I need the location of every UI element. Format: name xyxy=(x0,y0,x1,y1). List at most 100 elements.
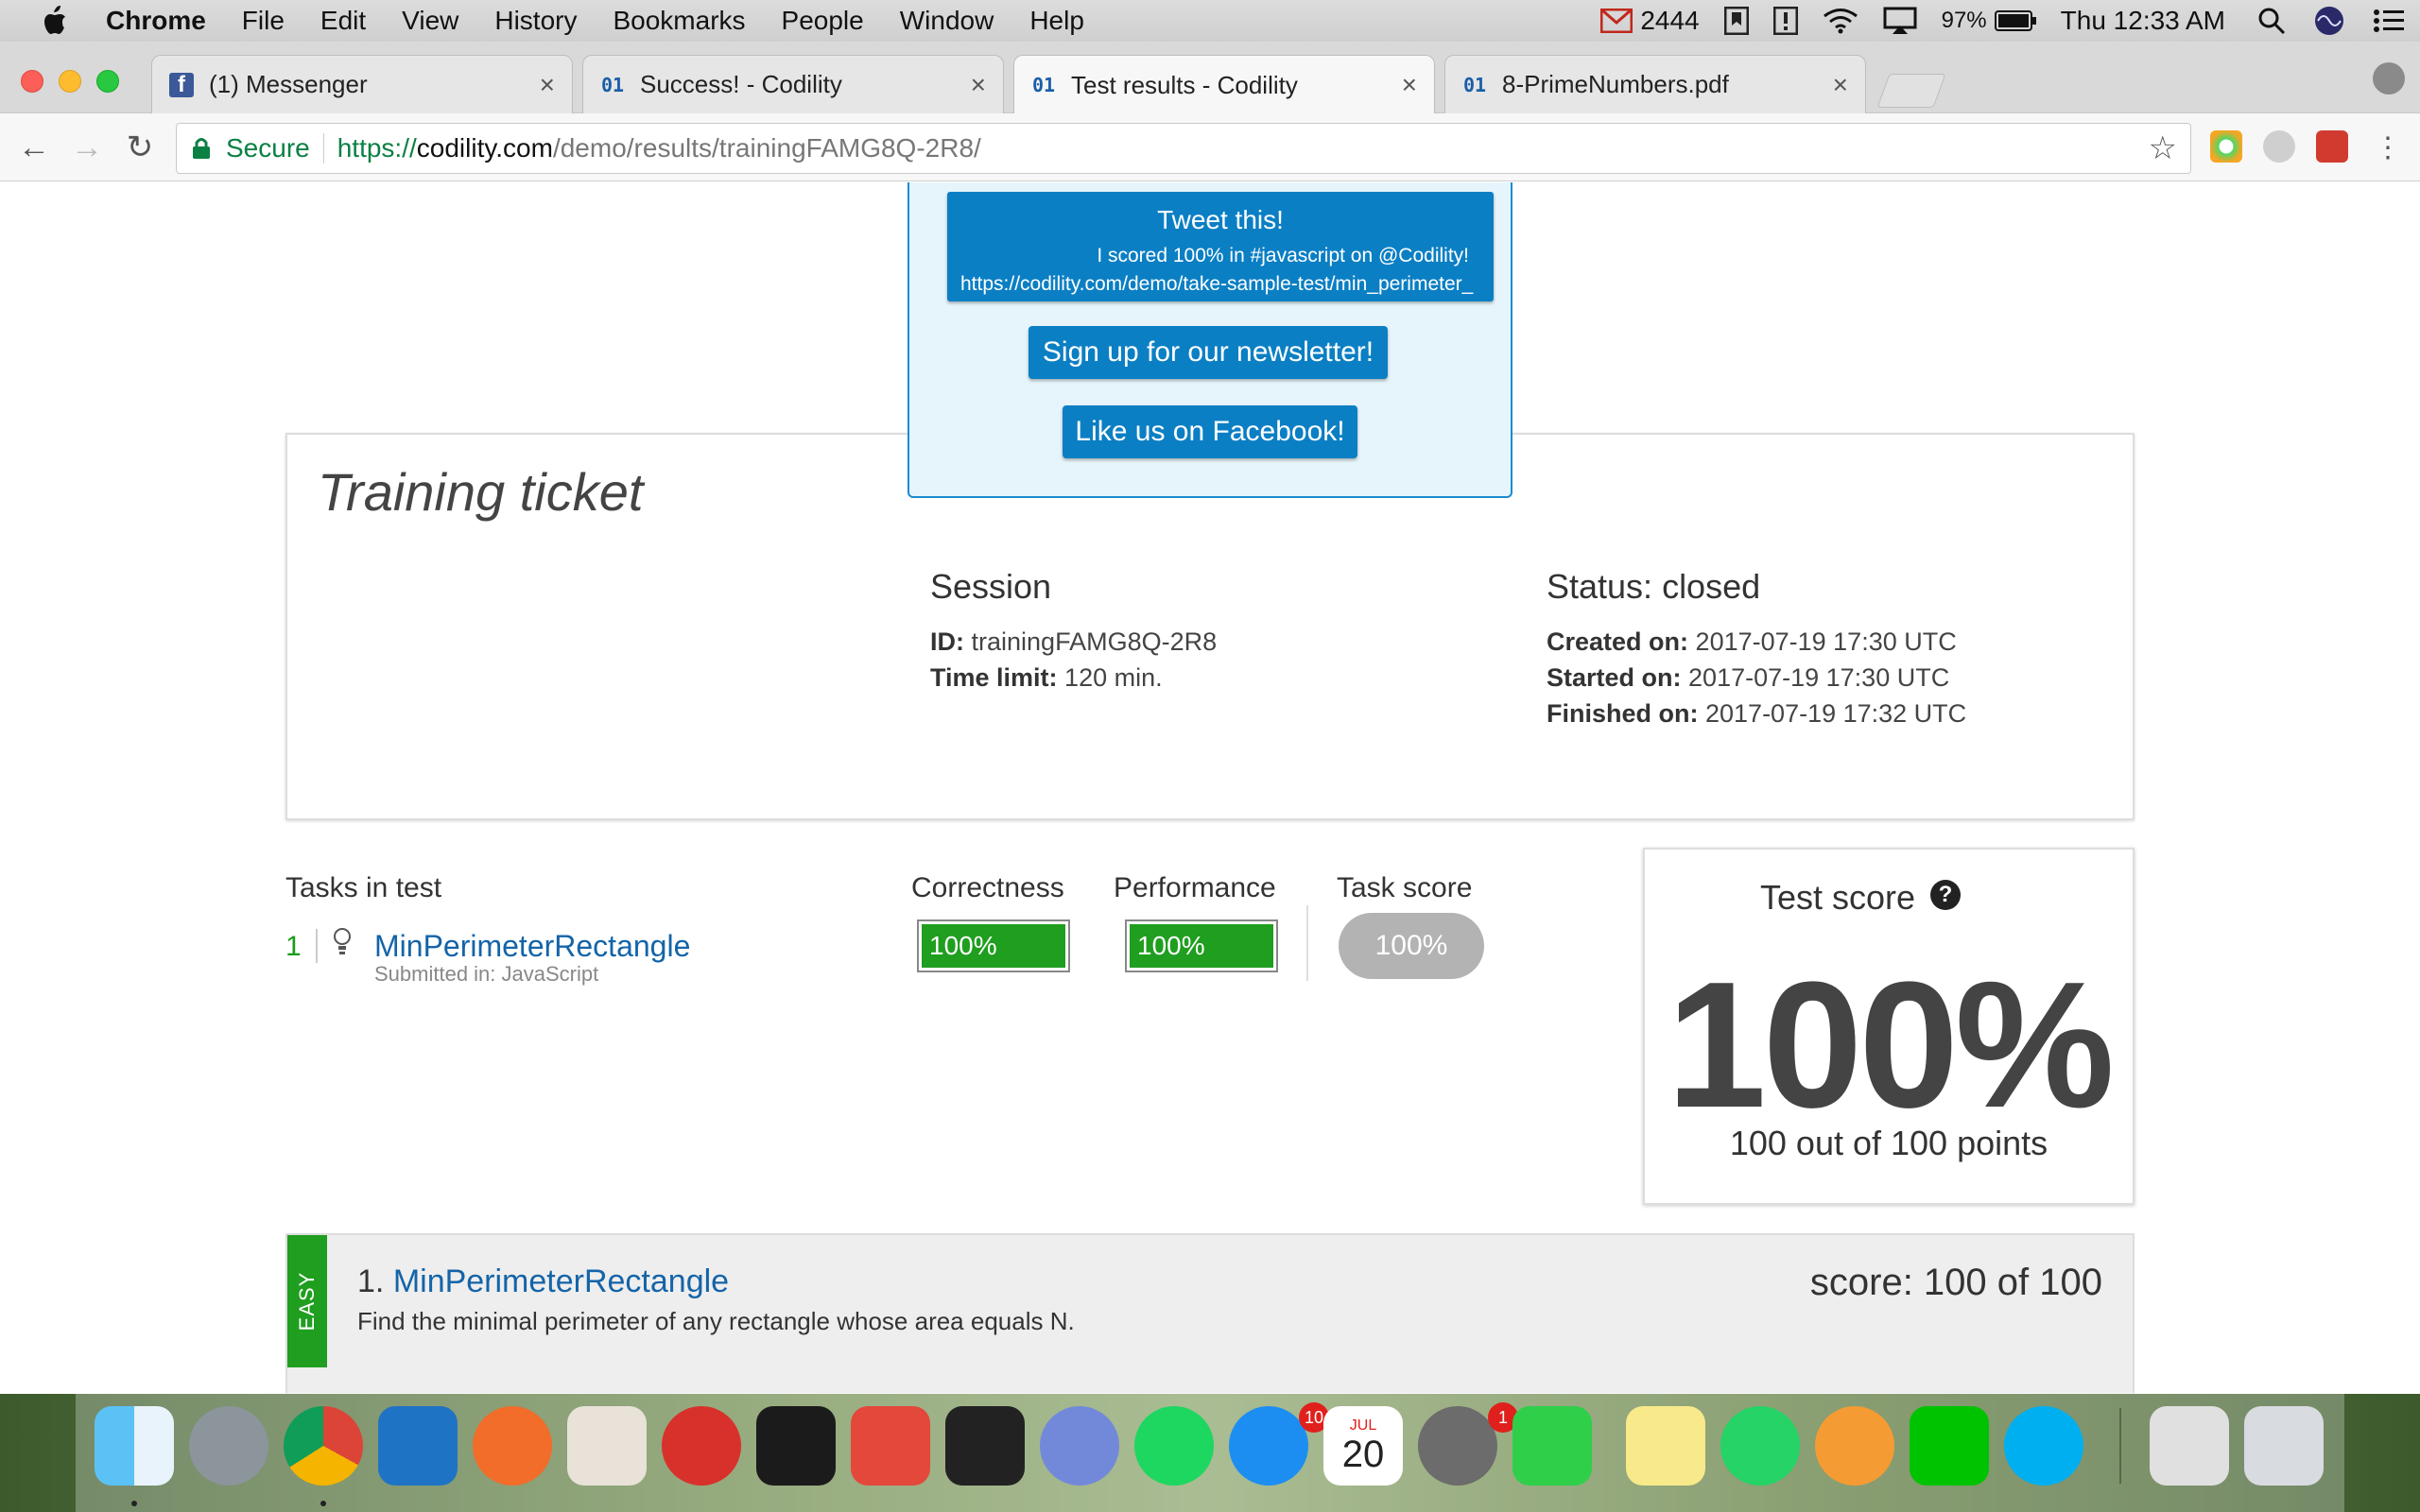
lightbulb-icon[interactable] xyxy=(331,927,354,964)
chrome-icon[interactable] xyxy=(284,1406,363,1486)
tab-close-icon[interactable]: × xyxy=(1833,70,1848,100)
calendar-icon[interactable]: JUL 20 xyxy=(1323,1406,1403,1486)
correctness-bar: 100% xyxy=(917,919,1070,972)
minimize-window-button[interactable] xyxy=(59,70,81,93)
secure-label: Secure xyxy=(226,133,324,163)
facebook-like-button[interactable]: Like us on Facebook! xyxy=(1063,405,1357,458)
extension-red-icon[interactable] xyxy=(2316,130,2348,163)
facetime-icon[interactable] xyxy=(1512,1406,1592,1486)
whatsapp-icon[interactable] xyxy=(1720,1406,1800,1486)
skype-extension-icon[interactable] xyxy=(2263,130,2295,163)
wifi-icon[interactable] xyxy=(1823,8,1858,34)
discord-icon[interactable] xyxy=(1040,1406,1119,1486)
menu-people[interactable]: People xyxy=(782,6,864,36)
reload-icon[interactable]: ↻ xyxy=(121,129,159,166)
correctness-heading: Correctness xyxy=(911,872,1064,903)
toolbox-icon[interactable] xyxy=(851,1406,930,1486)
paw-icon[interactable] xyxy=(473,1406,552,1486)
url-host: codility.com xyxy=(416,133,553,163)
ticket-title: Training ticket xyxy=(318,462,644,522)
session-heading: Session xyxy=(930,567,1052,606)
time-limit-label: Time limit: xyxy=(930,663,1058,692)
menu-file[interactable]: File xyxy=(242,6,285,36)
menu-window[interactable]: Window xyxy=(900,6,994,36)
mail-status[interactable]: 2444 xyxy=(1600,6,1700,36)
zeplin-icon[interactable] xyxy=(1815,1406,1894,1486)
task-detail-link[interactable]: MinPerimeterRectangle xyxy=(393,1263,729,1299)
app-store-icon[interactable] xyxy=(1229,1406,1308,1486)
close-window-button[interactable] xyxy=(21,70,43,93)
zoom-window-button[interactable] xyxy=(96,70,119,93)
trash-icon[interactable] xyxy=(2244,1406,2324,1486)
newsletter-button[interactable]: Sign up for our newsletter! xyxy=(1028,326,1388,379)
running-indicator xyxy=(320,1501,326,1506)
notes-icon[interactable] xyxy=(1626,1406,1705,1486)
tab-messenger[interactable]: f (1) Messenger × xyxy=(151,55,573,113)
menu-help[interactable]: Help xyxy=(1029,6,1084,36)
system-preferences-icon[interactable] xyxy=(1418,1406,1497,1486)
performance-heading: Performance xyxy=(1114,872,1276,903)
forward-arrow-icon[interactable]: → xyxy=(68,129,106,166)
tab-close-icon[interactable]: × xyxy=(1402,70,1417,100)
codility-icon: 01 xyxy=(1462,73,1487,96)
url-path: /demo/results/trainingFAMG8Q-2R8/ xyxy=(552,133,981,163)
airplay-icon[interactable] xyxy=(1883,7,1917,35)
id-label: ID: xyxy=(930,627,964,656)
social-share-panel: Tweet this! I scored 100% in #javascript… xyxy=(908,182,1512,498)
running-indicator xyxy=(131,1501,137,1506)
battery-percent: 97% xyxy=(1941,8,1987,33)
help-icon[interactable]: ? xyxy=(1930,880,1961,910)
airmail-icon[interactable] xyxy=(662,1406,741,1486)
tweet-button[interactable]: Tweet this! I scored 100% in #javascript… xyxy=(947,192,1494,301)
task-description: Find the minimal perimeter of any rectan… xyxy=(357,1307,1075,1335)
downloads-stack-icon[interactable] xyxy=(2150,1406,2229,1486)
tab-success-codility[interactable]: 01 Success! - Codility × xyxy=(582,55,1004,113)
started-label: Started on: xyxy=(1547,663,1682,692)
chrome-menu-icon[interactable]: ⋮ xyxy=(2369,129,2407,166)
task-link[interactable]: MinPerimeterRectangle xyxy=(374,929,690,964)
tab-close-icon[interactable]: × xyxy=(540,70,555,100)
tab-close-icon[interactable]: × xyxy=(971,70,986,100)
status-section: Status: closed Created on: 2017-07-19 17… xyxy=(1547,567,1966,731)
back-arrow-icon[interactable]: ← xyxy=(15,129,53,166)
launchpad-icon[interactable] xyxy=(189,1406,268,1486)
spotlight-search-icon[interactable] xyxy=(2257,7,2286,35)
bookmark-ext-icon[interactable] xyxy=(1723,7,1749,35)
tab-prime-numbers-pdf[interactable]: 01 8-PrimeNumbers.pdf × xyxy=(1444,55,1866,113)
siri-icon[interactable] xyxy=(2314,6,2344,36)
vssh-icon[interactable] xyxy=(756,1406,836,1486)
finished-value: 2017-07-19 17:32 UTC xyxy=(1705,699,1967,728)
line-icon[interactable] xyxy=(1910,1406,1989,1486)
menu-history[interactable]: History xyxy=(494,6,577,36)
test-score-label: Test score xyxy=(1760,878,1916,917)
new-tab-button[interactable] xyxy=(1876,74,1946,108)
extension-icon[interactable] xyxy=(2210,130,2242,163)
apple-icon[interactable] xyxy=(38,4,70,38)
terminal-icon[interactable] xyxy=(945,1406,1025,1486)
vscode-icon[interactable] xyxy=(378,1406,458,1486)
menubar-clock[interactable]: Thu 12:33 AM xyxy=(2061,6,2225,36)
finder-icon[interactable] xyxy=(95,1406,174,1486)
address-bar[interactable]: Secure https://codility.com/demo/results… xyxy=(176,123,2191,174)
profile-avatar-icon[interactable] xyxy=(2373,62,2405,94)
spotify-icon[interactable] xyxy=(1134,1406,1214,1486)
tab-test-results-codility[interactable]: 01 Test results - Codility × xyxy=(1013,55,1435,114)
menu-app-name[interactable]: Chrome xyxy=(106,6,206,36)
menu-bookmarks[interactable]: Bookmarks xyxy=(613,6,745,36)
menu-edit[interactable]: Edit xyxy=(320,6,366,36)
menu-view[interactable]: View xyxy=(402,6,458,36)
skype-icon[interactable] xyxy=(2004,1406,2083,1486)
browser-toolbar: ← → ↻ Secure https://codility.com/demo/r… xyxy=(0,113,2420,181)
tasks-in-test-heading: Tasks in test xyxy=(285,872,442,903)
notification-center-icon[interactable] xyxy=(2373,8,2405,34)
slack-icon[interactable] xyxy=(567,1406,647,1486)
alert-icon[interactable] xyxy=(1772,7,1798,35)
task-score-badge: 100% xyxy=(1339,913,1484,979)
status-heading: Status: closed xyxy=(1547,567,1761,606)
facebook-icon: f xyxy=(169,72,194,97)
test-score-points: 100 out of 100 points xyxy=(1729,1124,2048,1162)
performance-bar: 100% xyxy=(1125,919,1278,972)
tweet-link: https://codility.com/demo/take-sample-te… xyxy=(960,273,1474,295)
battery-icon[interactable] xyxy=(1994,9,2038,32)
bookmark-star-icon[interactable]: ☆ xyxy=(2149,129,2177,167)
